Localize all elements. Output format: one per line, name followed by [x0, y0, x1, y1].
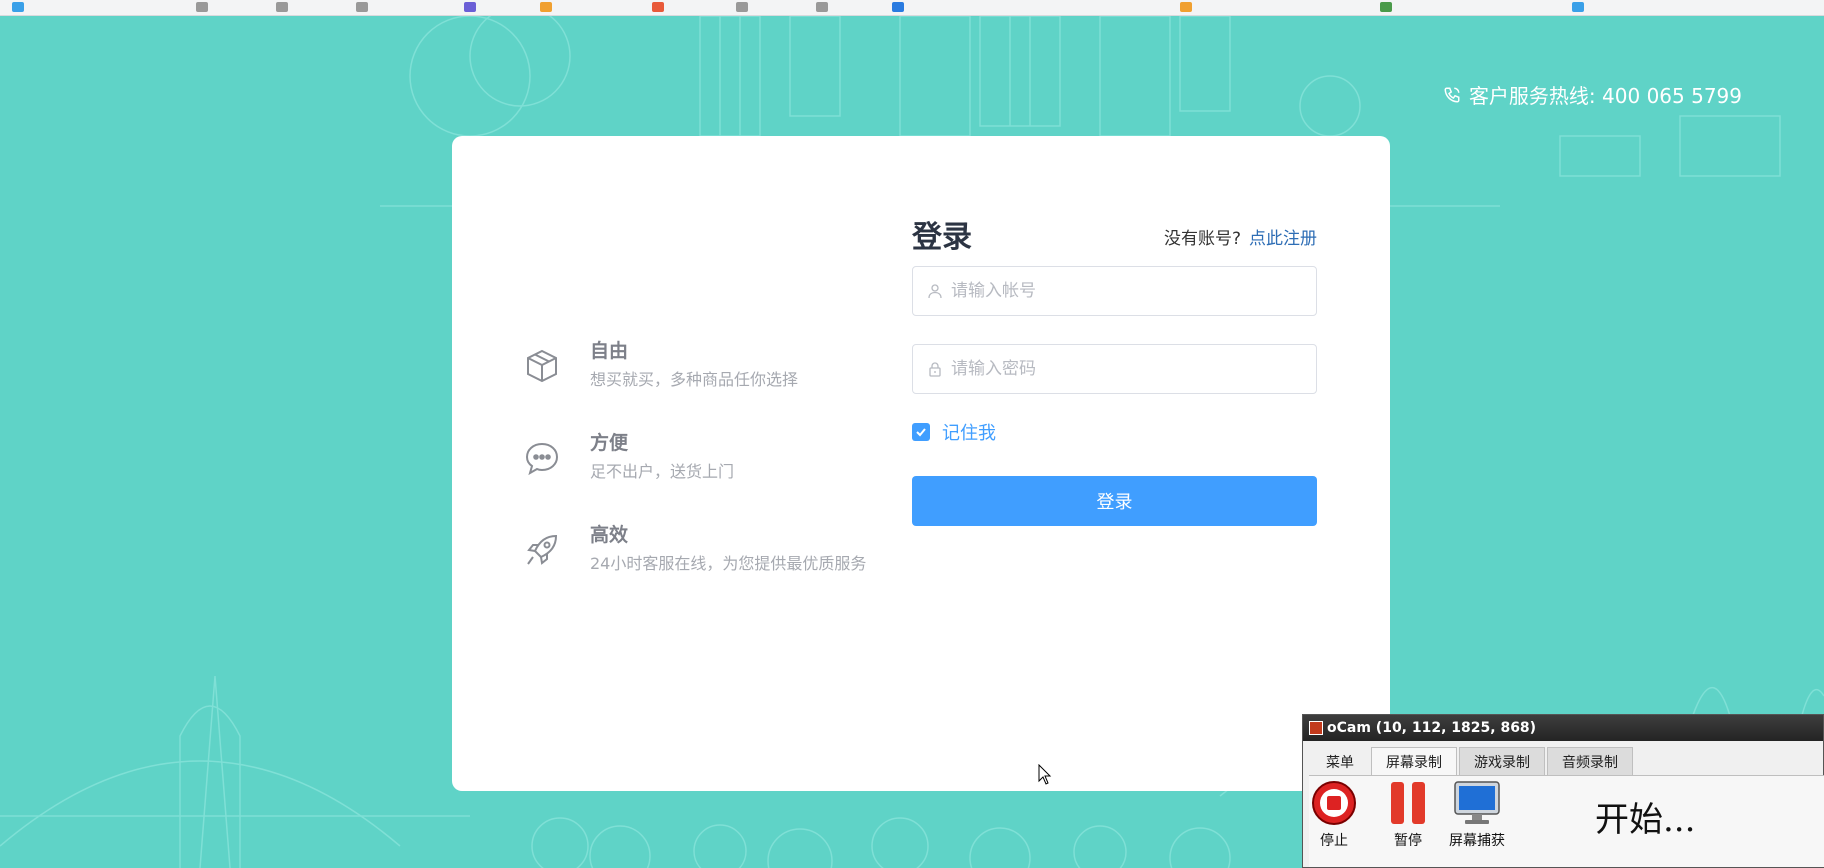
stop-button[interactable]: 停止 — [1311, 780, 1357, 850]
pause-icon — [1391, 782, 1425, 824]
hotline-text: 客户服务热线: 400 065 5799 — [1468, 84, 1742, 108]
feature-title: 方便 — [590, 432, 629, 454]
bookmark-icon[interactable] — [736, 2, 748, 12]
bookmark-icon[interactable] — [464, 2, 476, 12]
no-account-text: 没有账号? — [1163, 229, 1241, 249]
check-icon — [916, 428, 926, 437]
feature-desc: 足不出户，送货上门 — [590, 462, 735, 481]
pause-button[interactable]: 暂停 — [1385, 780, 1431, 850]
lock-icon — [929, 362, 941, 377]
stop-label: 停止 — [1320, 833, 1348, 849]
bookmark-icon[interactable] — [816, 2, 828, 12]
bookmark-icon[interactable] — [1380, 2, 1392, 12]
monitor-icon — [1454, 781, 1500, 824]
password-field[interactable] — [912, 344, 1317, 394]
pause-label: 暂停 — [1394, 833, 1422, 849]
register-prompt: 没有账号? 点此注册 — [1164, 224, 1317, 249]
login-form: 登录 没有账号?点此注册 记住我 登录 — [912, 212, 1317, 526]
account-input[interactable] — [951, 281, 1301, 301]
chat-icon — [525, 442, 559, 476]
password-input[interactable] — [951, 359, 1301, 379]
feature-desc: 24小时客服在线，为您提供最优质服务 — [590, 554, 867, 573]
remember-checkbox[interactable] — [912, 423, 930, 441]
register-link[interactable]: 点此注册 — [1249, 229, 1317, 249]
bookmark-icon[interactable] — [1572, 2, 1584, 12]
ocam-window: oCam (10, 112, 1825, 868) 菜单 屏幕录制 游戏录制 音… — [1302, 714, 1824, 868]
rocket-icon — [527, 534, 558, 565]
tab-game-record[interactable]: 游戏录制 — [1459, 747, 1545, 775]
tab-menu[interactable]: 菜单 — [1311, 747, 1369, 775]
bookmark-icon[interactable] — [1180, 2, 1192, 12]
remember-label[interactable]: 记住我 — [942, 419, 996, 445]
tab-audio-record[interactable]: 音频录制 — [1547, 747, 1633, 775]
feature-title: 自由 — [590, 340, 629, 362]
login-button[interactable]: 登录 — [912, 476, 1317, 526]
mouse-cursor-icon — [1038, 764, 1052, 785]
bookmark-icon[interactable] — [652, 2, 664, 12]
ocam-titlebar[interactable]: oCam (10, 112, 1825, 868) — [1303, 715, 1823, 741]
bookmark-icon[interactable] — [540, 2, 552, 12]
bookmark-icon[interactable] — [276, 2, 288, 12]
box-icon — [527, 349, 557, 383]
customer-service-hotline: 客户服务热线: 400 065 5799 — [1443, 80, 1742, 109]
account-field[interactable] — [912, 266, 1317, 316]
user-icon — [928, 284, 942, 299]
bookmark-icon[interactable] — [892, 2, 904, 12]
screen-capture-label: 屏幕捕获 — [1449, 833, 1505, 849]
ocam-toolbar: 停止 暂停 屏幕捕获 开始... — [1309, 775, 1824, 867]
ocam-app-icon — [1309, 721, 1323, 735]
screen-capture-button[interactable]: 屏幕捕获 — [1449, 780, 1505, 850]
stop-icon — [1312, 781, 1356, 825]
bookmark-icon[interactable] — [356, 2, 368, 12]
phone-icon — [1444, 87, 1460, 103]
tab-screen-record[interactable]: 屏幕录制 — [1371, 747, 1457, 775]
feature-desc: 想买就买，多种商品任你选择 — [590, 370, 799, 389]
ocam-tabs: 菜单 屏幕录制 游戏录制 音频录制 — [1303, 741, 1823, 775]
remember-me[interactable]: 记住我 — [912, 419, 996, 445]
feature-title: 高效 — [590, 524, 629, 546]
recording-status: 开始... — [1595, 800, 1696, 840]
bookmark-icon[interactable] — [12, 2, 24, 12]
bookmark-icon[interactable] — [196, 2, 208, 12]
ocam-title: oCam (10, 112, 1825, 868) — [1327, 720, 1537, 736]
browser-bookmarks-strip — [0, 0, 1824, 16]
login-card: 自由 想买就买，多种商品任你选择 方便 足不出户，送货上门 高效 24小时客服在… — [452, 136, 1390, 791]
